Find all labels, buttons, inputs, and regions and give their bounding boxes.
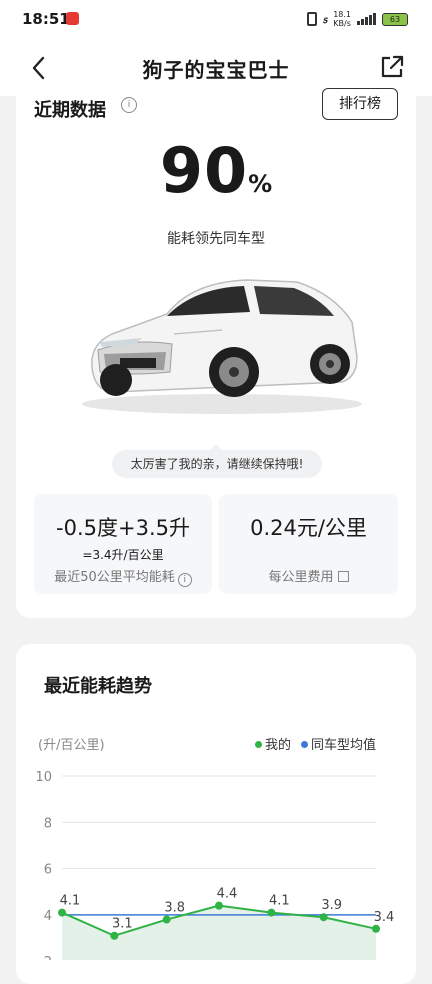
mine-data-label: 4.1 [60,894,81,909]
mine-data-label: 3.1 [112,917,133,932]
share-icon[interactable] [378,53,406,81]
status-bar: 18:51 ᥉ 18.1 KB/s 63 [0,0,432,40]
cost-per-km-stat[interactable]: 0.24元/公里 每公里费用 [219,494,398,594]
avg-consumption-equivalent: =3.4升/百公里 [82,548,164,562]
network-5g-icon: ᥉ [322,12,328,26]
net-speed-value: 18.1 [333,10,351,19]
battery-level: 63 [389,14,401,24]
praise-bubble: 太厉害了我的亲，请继续保持哦! [112,444,322,478]
net-speed: 18.1 KB/s [333,10,351,28]
mine-data-point [267,908,276,917]
cost-per-km-caption: 每公里费用 [268,570,334,585]
mine-data-label: 3.9 [321,898,342,913]
y-tick-label: 8 [44,816,52,831]
mine-data-point [110,931,119,940]
cost-per-km-caption-row: 每公里费用 [219,566,398,585]
lead-percentage-sign: % [248,170,273,198]
signal-icon [357,13,376,25]
ranking-button[interactable]: 排行榜 [322,88,398,120]
lead-percentage-value: 90 [159,134,249,207]
avg-consumption-caption-row: 最近50公里平均能耗 i [34,566,212,587]
y-tick-label: 10 [35,770,52,785]
battery-icon: 63 [382,12,408,26]
cost-per-km-value: 0.24元/公里 [250,516,367,540]
mine-data-point [58,908,66,917]
car-image [82,279,362,414]
avg-consumption-value: -0.5度+3.5升 [56,516,190,540]
recent-data-card: 近期数据 i 排行榜 90% 能耗领先同车型 太厉害了我的亲，请继续保持哦! -… [16,88,416,618]
mine-data-point [372,924,380,933]
trend-chart: 10 8 6 4 2 4.1 3.1 3.8 4.4 4.1 3.9 3.4 [35,770,395,960]
mine-data-point [319,913,328,922]
avg-consumption-stat[interactable]: -0.5度+3.5升 =3.4升/百公里 最近50公里平均能耗 i [34,494,212,594]
lead-description: 能耗领先同车型 [167,231,265,247]
mine-data-label: 3.4 [374,910,395,925]
mine-data-label: 3.8 [164,901,185,916]
status-time: 18:51 [22,10,70,28]
y-tick-label: 2 [44,955,52,960]
mine-data-label: 4.4 [217,887,238,902]
notification-app-icon [66,12,79,25]
mine-data-point [162,915,171,924]
y-tick-label: 6 [44,863,52,878]
y-tick-label: 4 [44,909,52,924]
mine-data-point [215,901,223,910]
info-icon[interactable]: i [177,573,192,587]
recent-data-title: 近期数据 [34,100,106,121]
mine-data-label: 4.1 [269,894,290,909]
avg-consumption-caption: 最近50公里平均能耗 [54,570,175,585]
vibrate-icon [306,12,317,26]
trend-card: 最近能耗趋势 (升/百公里) 我的 同车型均值 1086424.13.13.84… [16,644,416,984]
page-title: 狗子的宝宝巴士 [142,58,290,82]
info-icon[interactable]: i [121,97,137,113]
edit-icon[interactable] [337,571,349,582]
net-speed-unit: KB/s [333,19,351,28]
status-icons: ᥉ 18.1 KB/s 63 [306,10,408,28]
lead-percentage: 90% [16,134,416,207]
